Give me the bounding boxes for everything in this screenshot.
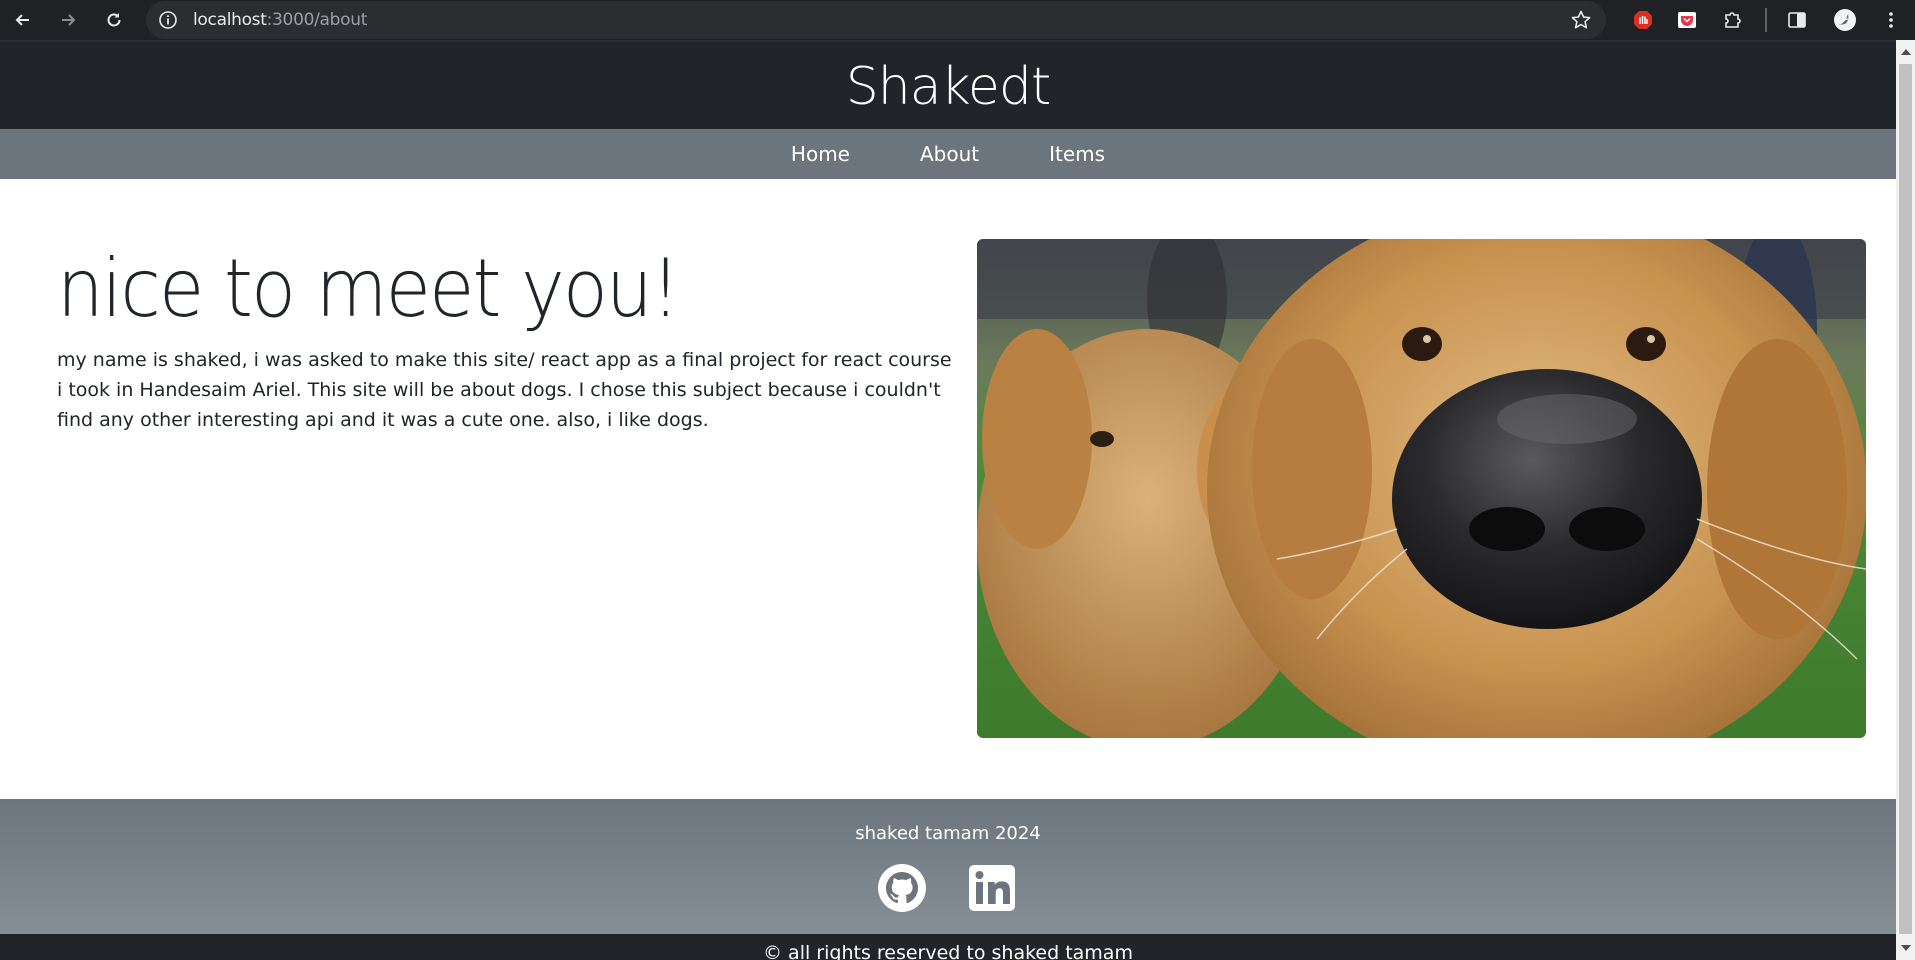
footer-name: shaked tamam 2024 [855, 823, 1041, 844]
about-heading: nice to meet you! [57, 242, 680, 335]
site-footer: shaked tamam 2024 [0, 799, 1896, 934]
nav-link-home[interactable]: Home [756, 142, 885, 166]
nav-link-items[interactable]: Items [1014, 142, 1140, 166]
address-bar[interactable]: localhost:3000/about [146, 1, 1606, 39]
scroll-down-arrow-icon[interactable] [1901, 945, 1911, 951]
about-paragraph: my name is shaked, i was asked to make t… [57, 349, 952, 431]
site-info-icon[interactable] [158, 10, 178, 30]
web-page: Shakedt Home About Items nice to meet yo… [0, 40, 1896, 960]
profile-avatar-icon[interactable] [1833, 8, 1857, 32]
bookmark-star-icon[interactable] [1570, 9, 1592, 31]
copyright-text: © all rights reserved to shaked tamam [763, 942, 1133, 960]
forward-icon[interactable] [53, 5, 83, 35]
nav-link-about[interactable]: About [885, 142, 1014, 166]
scroll-thumb[interactable] [1899, 64, 1912, 934]
browser-toolbar: localhost:3000/about [0, 0, 1915, 40]
side-panel-icon[interactable] [1786, 9, 1808, 31]
back-icon[interactable] [8, 5, 38, 35]
site-title: Shakedt [845, 56, 1051, 117]
page-scrollbar[interactable] [1896, 40, 1915, 960]
copyright-bar: © all rights reserved to shaked tamam [0, 934, 1896, 960]
reload-icon[interactable] [99, 5, 129, 35]
scroll-up-arrow-icon[interactable] [1901, 49, 1911, 55]
toolbar-divider [1765, 8, 1767, 32]
linkedin-icon[interactable] [967, 863, 1017, 913]
url-path: :3000/about [266, 10, 368, 30]
adblock-extension-icon[interactable] [1632, 9, 1654, 31]
site-header: Shakedt [0, 40, 1896, 129]
about-section: nice to meet you! my name is shaked, i w… [0, 179, 1896, 799]
extensions-puzzle-icon[interactable] [1722, 9, 1744, 31]
dog-photo [977, 239, 1866, 738]
kebab-menu-icon[interactable] [1880, 9, 1902, 31]
pocket-extension-icon[interactable] [1676, 9, 1698, 31]
site-nav: Home About Items [0, 129, 1896, 179]
github-icon[interactable] [877, 863, 927, 913]
url-host: localhost [193, 10, 267, 30]
url-text[interactable]: localhost:3000/about [193, 10, 367, 30]
